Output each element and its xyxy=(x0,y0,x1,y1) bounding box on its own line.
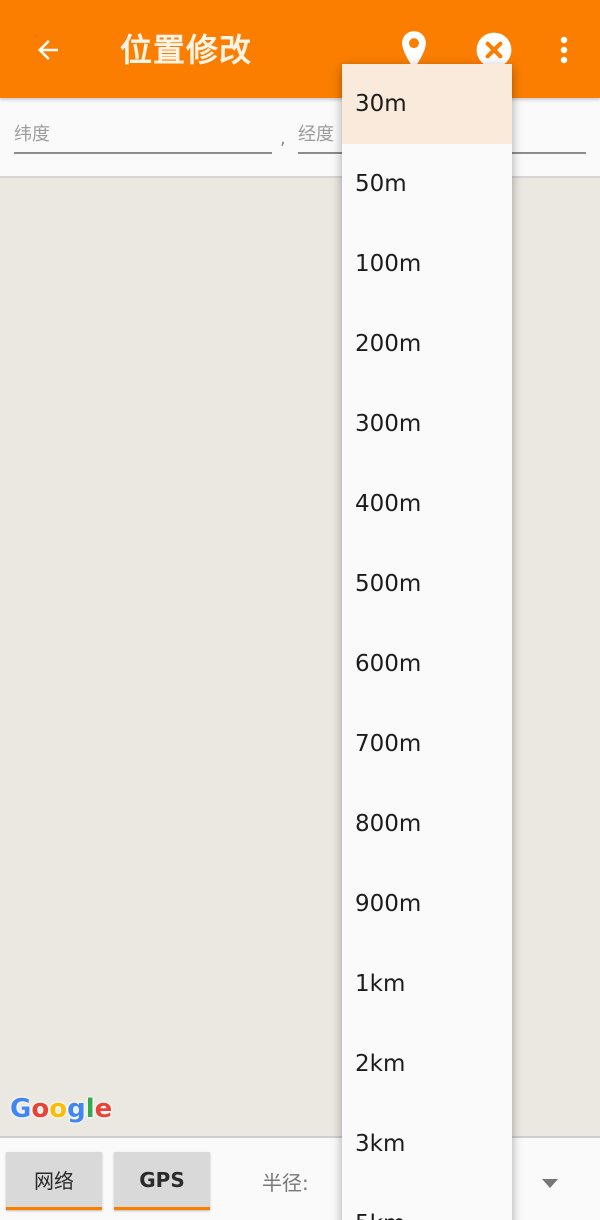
radius-option[interactable]: 800m xyxy=(342,784,512,864)
latitude-input[interactable]: 纬度 xyxy=(14,120,272,154)
radius-option[interactable]: 200m xyxy=(342,304,512,384)
app-screen: 位置修改 纬度 , 经度 Google 网络 GPS 半径: 30m 50m 1 xyxy=(0,0,600,1220)
google-logo-letter: g xyxy=(67,1094,86,1124)
radius-option[interactable]: 600m xyxy=(342,624,512,704)
arrow-left-icon[interactable] xyxy=(28,30,68,70)
radius-dropdown-list: 30m 50m 100m 200m 300m 400m 500m 600m 70… xyxy=(342,64,512,1220)
radius-option[interactable]: 2km xyxy=(342,1024,512,1104)
google-logo: Google xyxy=(10,1094,112,1124)
radius-label: 半径: xyxy=(262,1171,309,1195)
page-title: 位置修改 xyxy=(120,31,253,69)
more-vert-icon[interactable] xyxy=(548,30,580,70)
google-logo-letter: e xyxy=(94,1094,113,1124)
radius-option[interactable]: 1km xyxy=(342,944,512,1024)
radius-option[interactable]: 500m xyxy=(342,544,512,624)
radius-option[interactable]: 5km xyxy=(342,1184,512,1220)
radius-option[interactable]: 50m xyxy=(342,144,512,224)
radius-option[interactable]: 300m xyxy=(342,384,512,464)
radius-option[interactable]: 900m xyxy=(342,864,512,944)
coordinate-separator: , xyxy=(280,128,286,149)
radius-option[interactable]: 400m xyxy=(342,464,512,544)
dropdown-arrow-icon[interactable] xyxy=(540,1176,560,1190)
radius-option-selected[interactable]: 30m xyxy=(342,64,512,144)
radius-option[interactable]: 100m xyxy=(342,224,512,304)
latitude-placeholder: 纬度 xyxy=(14,124,50,145)
gps-button[interactable]: GPS xyxy=(114,1152,210,1210)
google-logo-letter: o xyxy=(31,1094,50,1124)
longitude-placeholder: 经度 xyxy=(298,124,334,145)
network-button[interactable]: 网络 xyxy=(6,1152,102,1210)
radius-option[interactable]: 3km xyxy=(342,1104,512,1184)
radius-option[interactable]: 700m xyxy=(342,704,512,784)
google-logo-letter: o xyxy=(49,1094,68,1124)
google-logo-letter: G xyxy=(10,1094,32,1124)
google-logo-letter: l xyxy=(85,1094,95,1124)
